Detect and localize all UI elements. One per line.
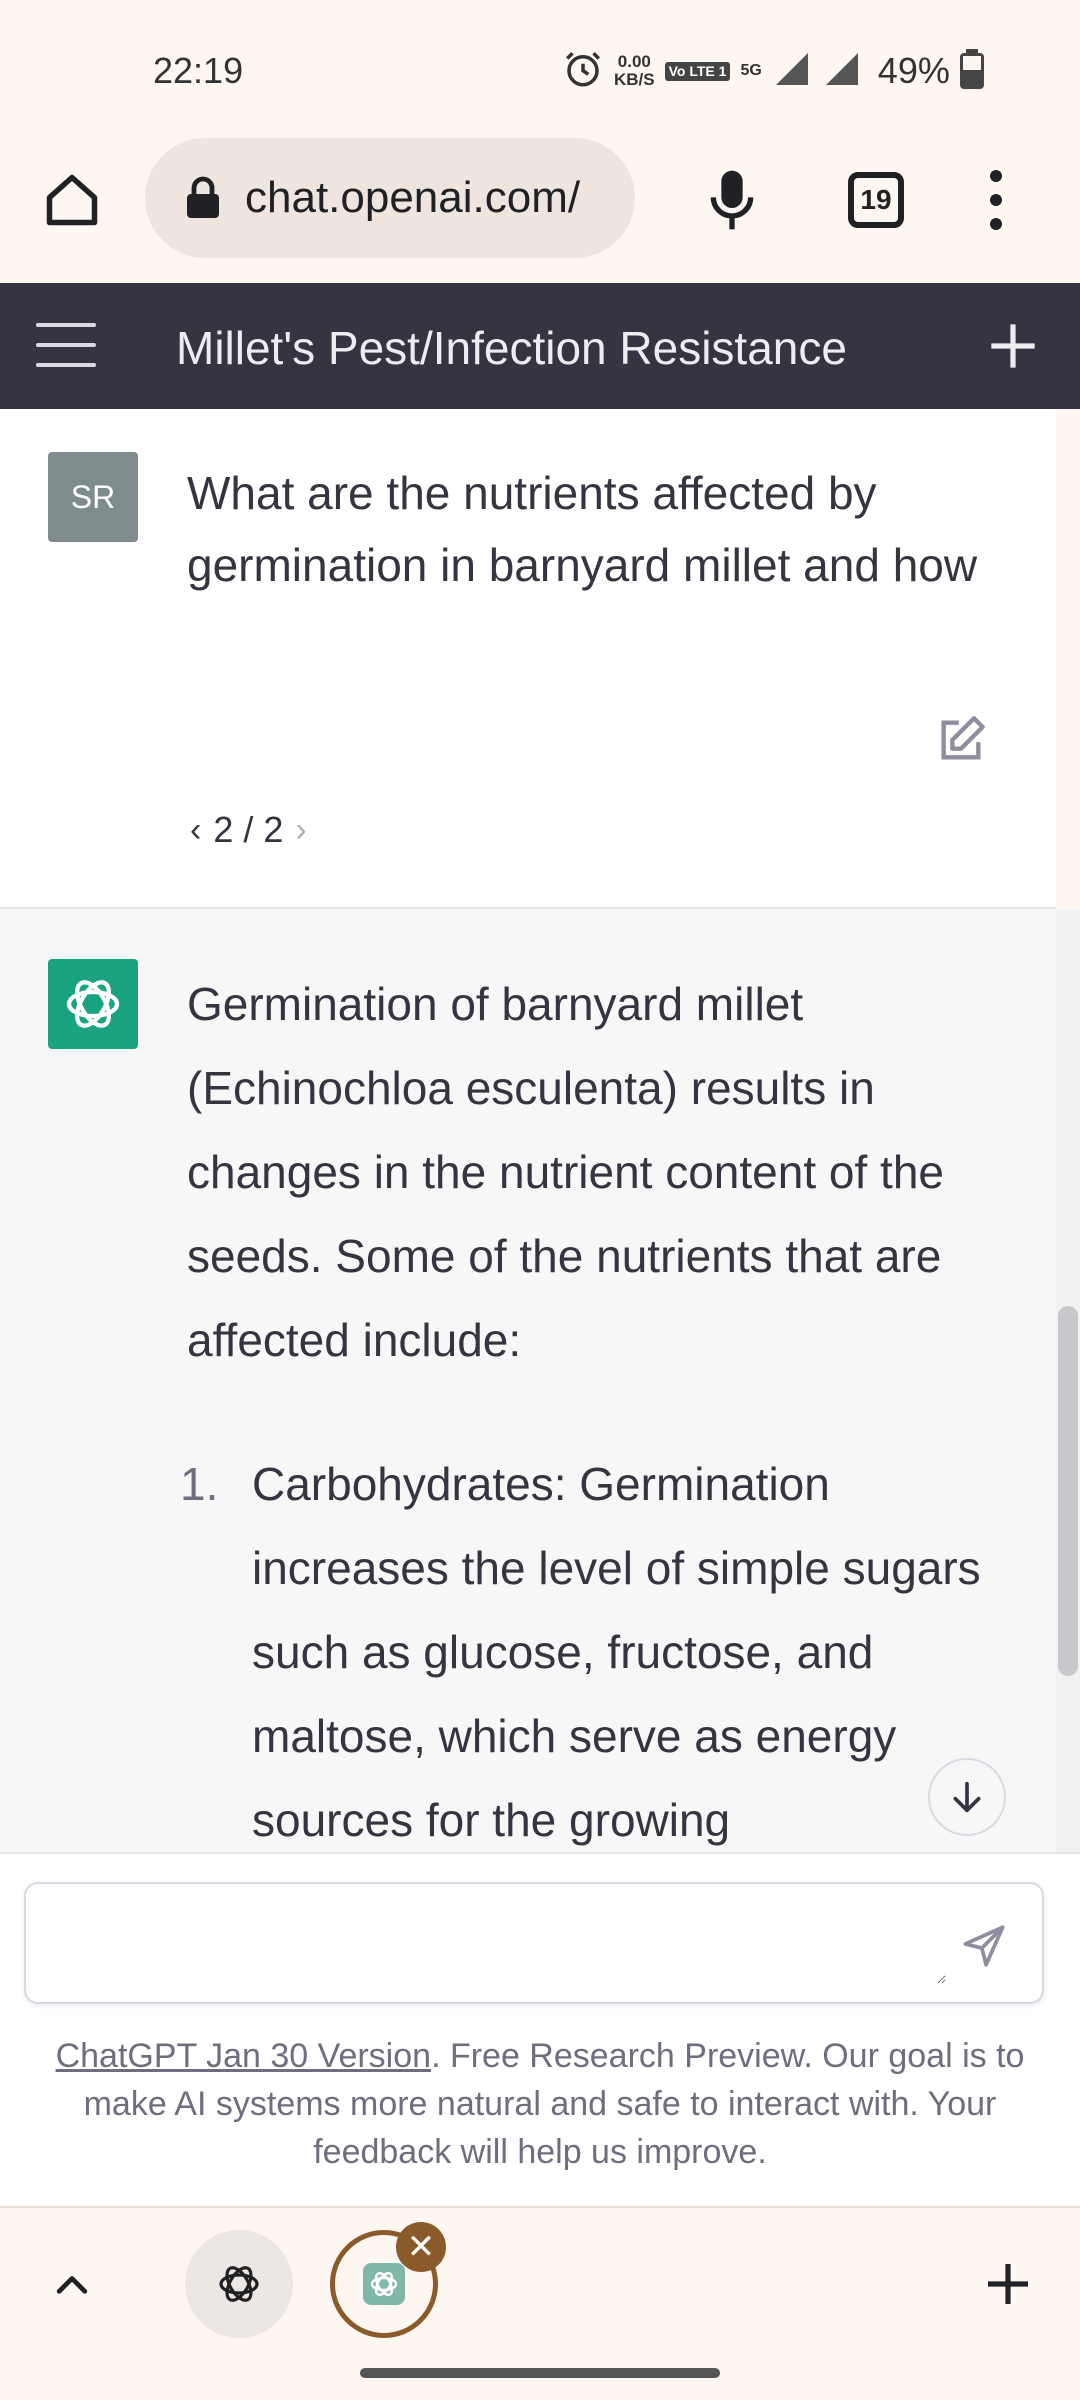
chatgpt-favicon-icon	[363, 2263, 405, 2305]
send-icon	[963, 1925, 1005, 1967]
menu-dot	[990, 170, 1002, 182]
collapse-tab-strip-button[interactable]	[40, 2252, 104, 2316]
pager-count: 2 / 2	[213, 809, 284, 850]
message-composer	[24, 1882, 1044, 2004]
tab-switcher-button[interactable]: 19	[848, 172, 904, 228]
microphone-icon	[710, 170, 754, 230]
response-pager: ‹ 2 / 2 ›	[190, 809, 307, 851]
net-speed-unit: KB/S	[614, 70, 655, 89]
lock-icon	[187, 176, 219, 218]
new-chat-button[interactable]	[978, 311, 1048, 381]
list-item: 1. Carbohydrates: Germination increases …	[180, 1442, 1000, 1852]
composer-area: ChatGPT Jan 30 Version. Free Research Pr…	[0, 1852, 1080, 2206]
home-button[interactable]	[36, 164, 108, 236]
scroll-to-bottom-button[interactable]	[928, 1758, 1006, 1836]
menu-line	[36, 343, 96, 347]
user-avatar: SR	[48, 452, 138, 542]
list-item-number: 1.	[180, 1458, 219, 1510]
chat-title: Millet's Pest/Infection Resistance	[176, 322, 847, 374]
browser-menu-button[interactable]	[976, 164, 1016, 236]
chatgpt-logo-icon	[48, 959, 138, 1049]
browser-toolbar: chat.openai.com/ 19	[0, 130, 1080, 282]
status-icons: 0.00 KB/S Vo LTE 1 5G 49%	[562, 46, 984, 96]
edit-icon	[941, 716, 985, 760]
signal-icon	[772, 49, 812, 94]
chevron-up-icon	[56, 2276, 88, 2294]
list-item-text: Carbohydrates: Germination increases the…	[252, 1458, 981, 1846]
sidebar-menu-button[interactable]	[36, 323, 96, 367]
battery-icon	[959, 48, 984, 94]
chatgpt-favicon-icon	[219, 2266, 259, 2302]
net-speed: 0.00 KB/S	[614, 53, 655, 89]
network-type: 5G	[740, 62, 762, 79]
send-button[interactable]	[956, 1918, 1012, 1974]
chat-header: Millet's Pest/Infection Resistance	[0, 283, 1080, 409]
assistant-message: Germination of barnyard millet (Echinoch…	[0, 910, 1056, 1852]
volte-badge: Vo LTE 1	[664, 61, 731, 81]
edit-message-button[interactable]	[935, 714, 987, 766]
menu-dot	[990, 218, 1002, 230]
menu-line	[36, 363, 96, 367]
user-message-text: What are the nutrients affected by germi…	[187, 467, 978, 591]
gesture-handle[interactable]	[360, 2368, 720, 2378]
footer-note: ChatGPT Jan 30 Version. Free Research Pr…	[36, 2032, 1044, 2176]
menu-line	[36, 323, 96, 327]
net-speed-value: 0.00	[617, 52, 651, 71]
arrow-down-icon	[953, 1781, 981, 1813]
tab-strip: ✕	[0, 2206, 1080, 2354]
plus-icon	[991, 324, 1035, 368]
message-input[interactable]	[46, 1904, 946, 1984]
home-icon	[46, 174, 98, 226]
tab-chip[interactable]	[185, 2230, 293, 2338]
scrollbar-thumb[interactable]	[1058, 1306, 1078, 1676]
release-notes-link[interactable]: ChatGPT Jan 30 Version	[56, 2037, 431, 2075]
assistant-intro-text: Germination of barnyard millet (Echinoch…	[187, 978, 944, 1366]
user-message: SR What are the nutrients affected by ge…	[0, 409, 1056, 909]
close-tab-button[interactable]: ✕	[396, 2222, 446, 2272]
plus-icon	[988, 2264, 1028, 2304]
status-time: 22:19	[153, 50, 244, 91]
address-text: chat.openai.com/	[245, 173, 581, 222]
previous-response-button[interactable]: ‹	[190, 811, 201, 850]
assistant-list: 1. Carbohydrates: Germination increases …	[180, 1442, 1000, 1852]
battery-percent: 49%	[877, 50, 950, 91]
status-bar: 22:19 0.00 KB/S Vo LTE 1 5G 49%	[0, 0, 1080, 130]
gesture-area	[0, 2354, 1080, 2400]
signal-icon-2	[822, 49, 862, 94]
next-response-button[interactable]: ›	[295, 811, 306, 850]
voice-search-button[interactable]	[700, 164, 764, 236]
alarm-icon	[562, 48, 604, 95]
address-bar[interactable]: chat.openai.com/	[145, 138, 635, 258]
menu-dot	[990, 194, 1002, 206]
new-tab-button[interactable]	[976, 2252, 1040, 2316]
